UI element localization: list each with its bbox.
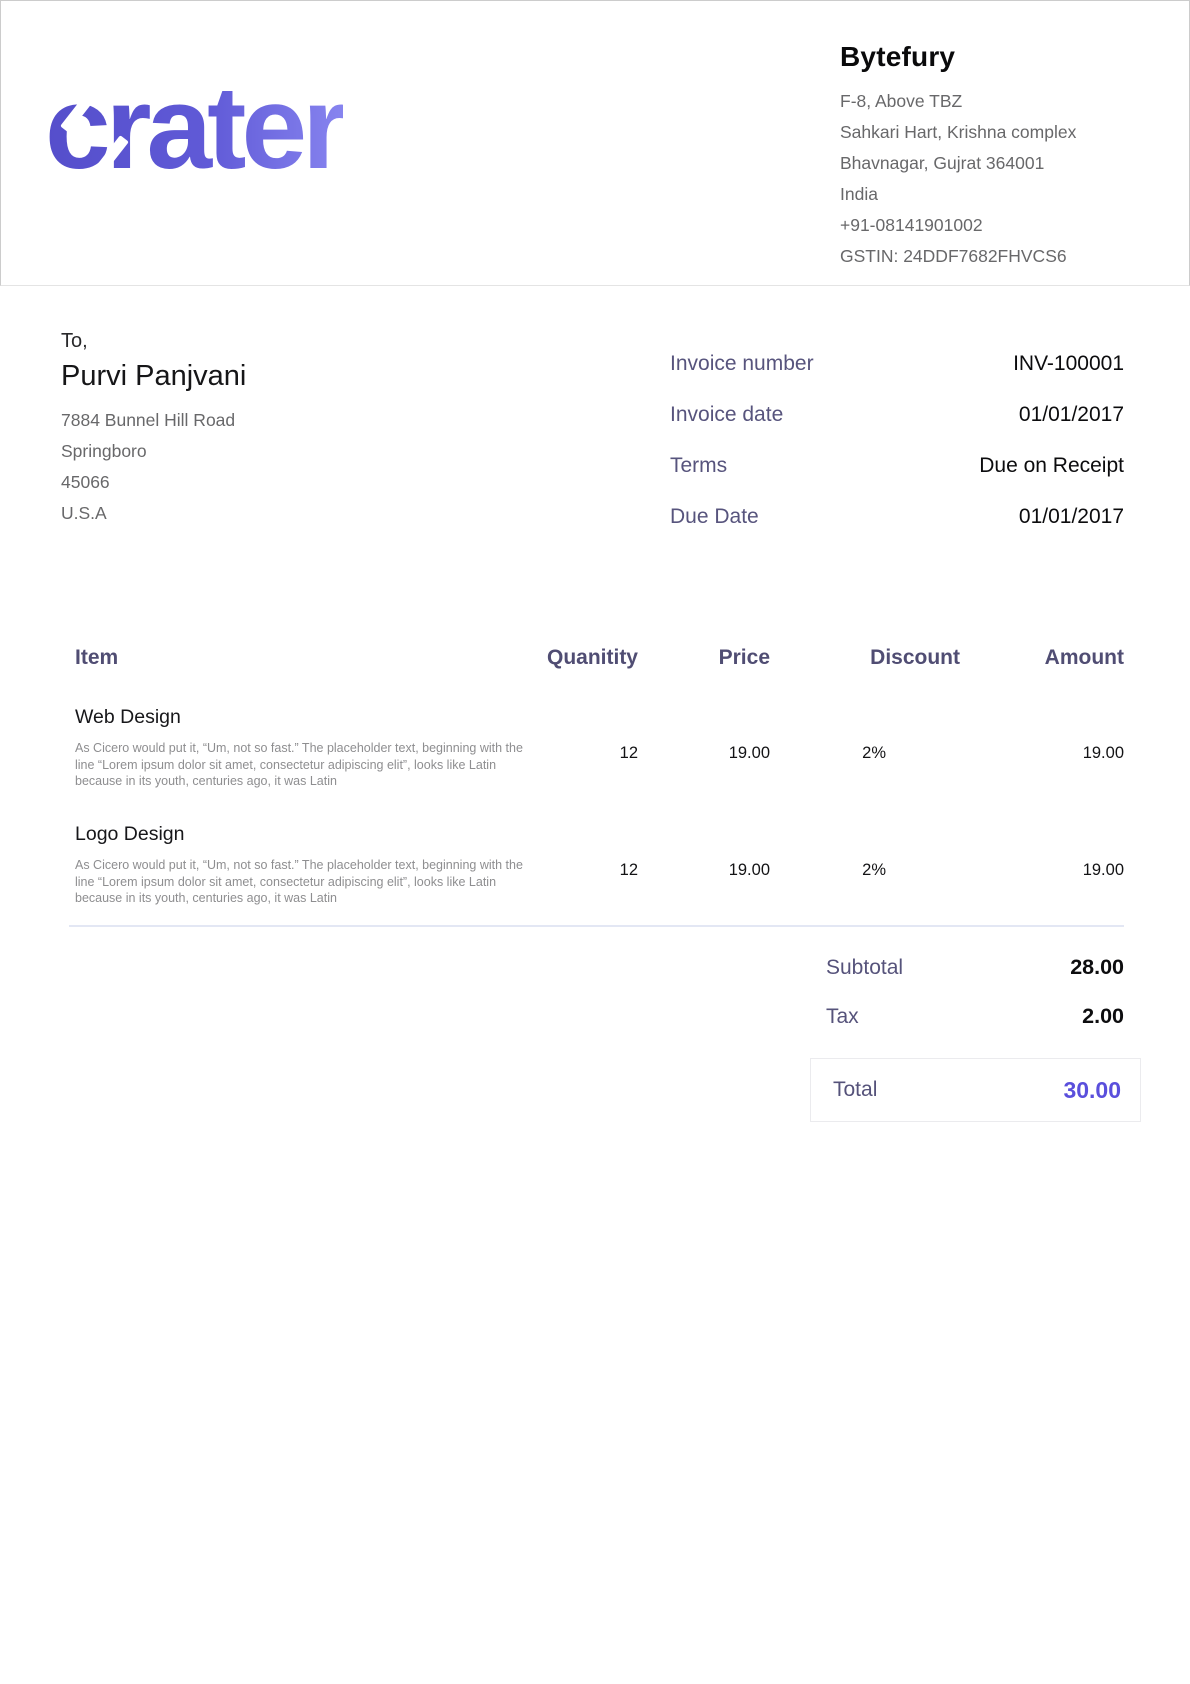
tax-row: Tax 2.00	[826, 1004, 1124, 1053]
table-row: Web Design As Cicero would put it, “Um, …	[75, 706, 1124, 790]
company-address-line: F-8, Above TBZ	[840, 86, 1170, 117]
item-cell: Logo Design As Cicero would put it, “Um,…	[75, 823, 520, 907]
total-value: 30.00	[1063, 1077, 1121, 1104]
company-address: F-8, Above TBZ Sahkari Hart, Krishna com…	[840, 86, 1170, 272]
column-header-discount: Discount	[770, 646, 960, 670]
customer-address-line: Springboro	[61, 436, 481, 467]
customer-address-line: 7884 Bunnel Hill Road	[61, 405, 481, 436]
terms-value: Due on Receipt	[979, 454, 1124, 478]
table-divider	[69, 925, 1124, 927]
company-address-line: Bhavnagar, Gujrat 364001	[840, 148, 1170, 179]
column-header-amount: Amount	[960, 646, 1124, 670]
item-cell: Web Design As Cicero would put it, “Um, …	[75, 706, 520, 790]
company-gstin: GSTIN: 24DDF7682FHVCS6	[840, 241, 1170, 272]
invoice-meta-block: Invoice number INV-100001 Invoice date 0…	[670, 352, 1124, 556]
item-description: As Cicero would put it, “Um, not so fast…	[75, 857, 537, 907]
invoice-date-value: 01/01/2017	[1019, 403, 1124, 427]
item-price: 19.00	[638, 706, 770, 790]
item-name: Logo Design	[75, 823, 520, 846]
table-row: Logo Design As Cicero would put it, “Um,…	[75, 823, 1124, 907]
bill-to-label: To,	[61, 330, 481, 353]
customer-address-line: U.S.A	[61, 498, 481, 529]
terms-label: Terms	[670, 454, 727, 478]
item-quantity: 12	[520, 706, 638, 790]
totals-block: Subtotal 28.00 Tax 2.00	[826, 955, 1124, 1053]
invoice-page: crater Bytefury F-8, Above TBZ Sahkari H…	[0, 0, 1190, 1684]
invoice-date-label: Invoice date	[670, 403, 783, 427]
items-table-header: Item Quanitity Price Discount Amount	[75, 646, 1124, 670]
invoice-number-row: Invoice number INV-100001	[670, 352, 1124, 403]
customer-address: 7884 Bunnel Hill Road Springboro 45066 U…	[61, 405, 481, 529]
item-discount: 2%	[770, 823, 960, 907]
invoice-number-value: INV-100001	[1013, 352, 1124, 376]
terms-row: Terms Due on Receipt	[670, 454, 1124, 505]
company-info-block: Bytefury F-8, Above TBZ Sahkari Hart, Kr…	[840, 41, 1170, 272]
total-label: Total	[833, 1078, 877, 1102]
item-description: As Cicero would put it, “Um, not so fast…	[75, 740, 537, 790]
company-phone: +91-08141901002	[840, 210, 1170, 241]
item-price: 19.00	[638, 823, 770, 907]
subtotal-label: Subtotal	[826, 956, 903, 980]
crater-logo: crater	[45, 67, 515, 207]
due-date-row: Due Date 01/01/2017	[670, 505, 1124, 556]
item-quantity: 12	[520, 823, 638, 907]
invoice-date-row: Invoice date 01/01/2017	[670, 403, 1124, 454]
item-amount: 19.00	[960, 823, 1124, 907]
company-address-line: Sahkari Hart, Krishna complex	[840, 117, 1170, 148]
due-date-value: 01/01/2017	[1019, 505, 1124, 529]
invoice-number-label: Invoice number	[670, 352, 814, 376]
invoice-header: crater Bytefury F-8, Above TBZ Sahkari H…	[0, 0, 1190, 286]
subtotal-row: Subtotal 28.00	[826, 955, 1124, 1004]
column-header-quantity: Quanitity	[520, 646, 638, 670]
customer-name: Purvi Panjvani	[61, 360, 481, 393]
subtotal-value: 28.00	[1070, 955, 1124, 980]
customer-address-line: 45066	[61, 467, 481, 498]
total-box: Total 30.00	[810, 1058, 1141, 1122]
column-header-price: Price	[638, 646, 770, 670]
company-name: Bytefury	[840, 41, 1170, 73]
column-header-item: Item	[75, 646, 520, 670]
tax-value: 2.00	[1082, 1004, 1124, 1029]
due-date-label: Due Date	[670, 505, 759, 529]
item-amount: 19.00	[960, 706, 1124, 790]
item-discount: 2%	[770, 706, 960, 790]
logo-stencil-cut-icon	[413, 121, 450, 165]
item-name: Web Design	[75, 706, 520, 729]
bill-to-block: To, Purvi Panjvani 7884 Bunnel Hill Road…	[61, 330, 481, 529]
tax-label: Tax	[826, 1005, 859, 1029]
company-address-line: India	[840, 179, 1170, 210]
